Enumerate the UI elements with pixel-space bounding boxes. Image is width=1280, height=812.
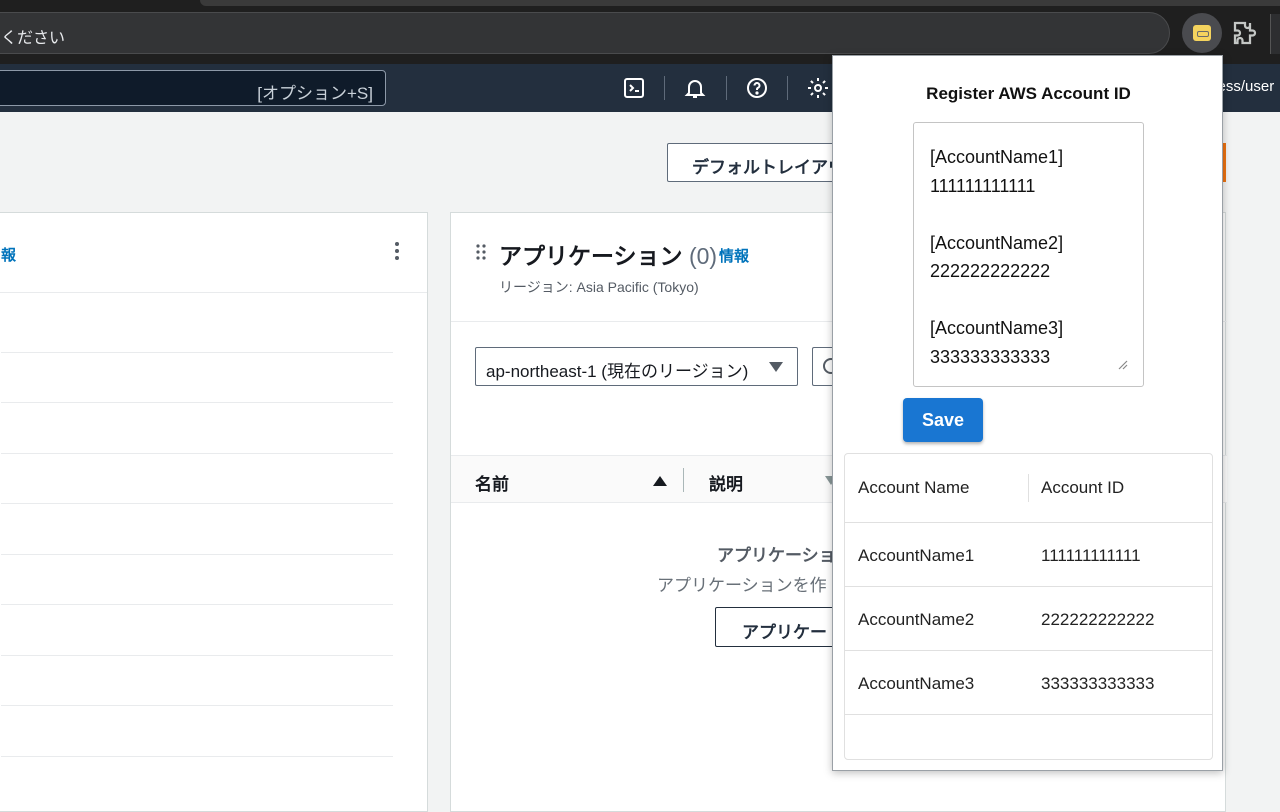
empty-state-title: アプリケーショ xyxy=(717,546,836,565)
table-row: AccountName1 111111111111 xyxy=(845,523,1212,587)
account-id-cell: 222222222222 xyxy=(1041,610,1155,629)
table-row: AccountName3 333333333333 xyxy=(845,651,1212,715)
account-name-cell: AccountName1 xyxy=(858,546,975,565)
list-divider xyxy=(1,756,393,757)
caret-down-icon xyxy=(769,362,783,372)
gear-icon[interactable] xyxy=(806,76,830,100)
header-divider xyxy=(726,76,727,100)
cloudshell-icon[interactable] xyxy=(622,76,646,100)
account-table: Account Name Account ID AccountName1 111… xyxy=(844,453,1213,760)
extension-button[interactable] xyxy=(1182,13,1222,53)
applications-title-text: アプリケーション xyxy=(499,243,683,269)
help-icon[interactable] xyxy=(745,76,769,100)
list-divider xyxy=(1,554,393,555)
popup-title: Register AWS Account ID xyxy=(926,84,1131,103)
list-divider xyxy=(1,705,393,706)
header-divider xyxy=(787,76,788,100)
list-divider xyxy=(1,453,393,454)
applications-title: アプリケーション (0) xyxy=(499,237,717,271)
list-divider xyxy=(1,352,393,353)
save-button[interactable]: Save xyxy=(903,398,983,442)
column-divider xyxy=(1028,474,1029,502)
list-divider xyxy=(1,655,393,656)
column-header-account-id: Account ID xyxy=(1041,478,1125,497)
column-header-description[interactable]: 説明 xyxy=(709,470,743,495)
extension-popup: Register AWS Account ID [AccountName1] 1… xyxy=(832,55,1223,771)
account-name-cell: AccountName2 xyxy=(858,610,975,629)
puzzle-icon[interactable] xyxy=(1230,18,1260,48)
info-link[interactable]: 情報 xyxy=(719,245,749,266)
browser-menu-edge xyxy=(1270,14,1280,54)
bell-icon[interactable] xyxy=(683,76,707,100)
column-header-name[interactable]: 名前 xyxy=(475,470,509,495)
account-list-textarea[interactable]: [AccountName1] 111111111111 [AccountName… xyxy=(913,122,1144,387)
account-id-cell: 111111111111 xyxy=(1041,546,1141,565)
search-shortcut-hint: [オプション+S] xyxy=(257,84,373,103)
applications-count: (0) xyxy=(688,243,718,269)
sort-ascending-icon[interactable] xyxy=(653,476,667,486)
extension-badge-icon xyxy=(1193,25,1211,41)
region-select[interactable]: ap-northeast-1 (現在のリージョン) xyxy=(475,347,798,386)
table-header-row: Account Name Account ID xyxy=(845,454,1212,523)
more-options-icon[interactable] xyxy=(387,239,407,263)
region-select-value: ap-northeast-1 (現在のリージョン) xyxy=(486,362,749,381)
resize-handle-icon[interactable] xyxy=(1116,357,1128,370)
info-link[interactable]: 報 xyxy=(1,244,16,265)
drag-handle-icon[interactable] xyxy=(475,243,487,261)
default-layout-button[interactable]: デフォルトレイアウト xyxy=(667,143,847,182)
left-widget-panel: 報 xyxy=(0,212,428,812)
column-divider[interactable] xyxy=(683,468,684,492)
list-divider xyxy=(1,402,393,403)
account-name-cell: AccountName3 xyxy=(858,674,975,693)
search-input[interactable]: [オプション+S] xyxy=(0,70,386,106)
list-divider xyxy=(1,503,393,504)
column-header-account-name: Account Name xyxy=(858,478,970,497)
account-id-cell: 333333333333 xyxy=(1041,674,1155,693)
address-bar[interactable]: ください xyxy=(0,12,1170,54)
header-divider xyxy=(664,76,665,100)
region-label: リージョン: Asia Pacific (Tokyo) xyxy=(499,279,699,295)
empty-state-description: アプリケーションを作 xyxy=(657,576,827,595)
tab-strip xyxy=(200,0,1280,6)
table-row: AccountName2 222222222222 xyxy=(845,587,1212,651)
address-bar-text: ください xyxy=(1,30,66,47)
list-divider xyxy=(1,604,393,605)
panel-divider xyxy=(0,292,427,293)
